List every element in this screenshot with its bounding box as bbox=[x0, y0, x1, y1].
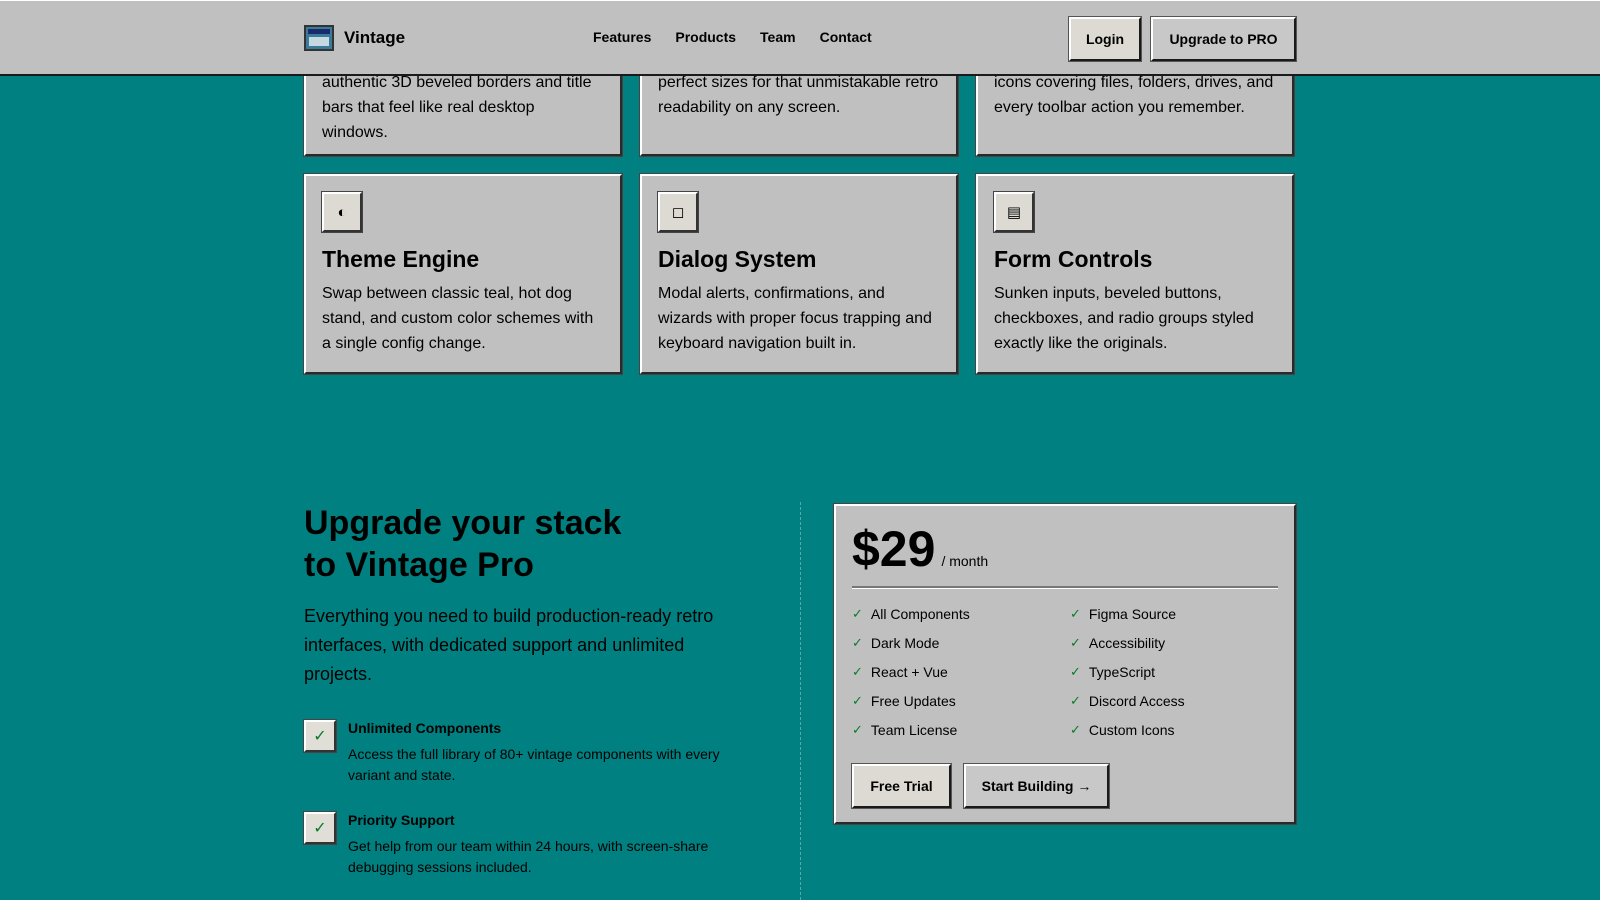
brand-name: Vintage bbox=[344, 28, 406, 47]
check-icon: ✓ bbox=[1070, 693, 1081, 708]
top-navbar: Vintage Features Products Team Contact L… bbox=[0, 0, 1600, 76]
benefit-item: ✓ Priority Support Get help from our tea… bbox=[304, 812, 764, 882]
check-icon: ✓ bbox=[852, 635, 863, 650]
upgrade-pro-button[interactable]: Upgrade to PRO bbox=[1151, 17, 1296, 61]
feature-text: perfect sizes for that unmistakable retr… bbox=[658, 74, 939, 116]
check-icon: ✓ bbox=[852, 664, 863, 679]
feature-title: Dialog System bbox=[658, 246, 817, 272]
form-icon: ▤ bbox=[994, 192, 1034, 232]
feature-card-form-controls: ▤ Form Controls Sunken inputs, beveled b… bbox=[976, 174, 1294, 374]
price-divider bbox=[852, 586, 1278, 589]
upgrade-description: Everything you need to build production-… bbox=[304, 606, 714, 684]
main-nav: Features Products Team Contact bbox=[593, 29, 872, 45]
feature-card-theme-engine: ◐ Theme Engine Swap between classic teal… bbox=[304, 174, 622, 374]
pricing-card: $29 / month ✓ All Components ✓ Dark Mode ✓… bbox=[834, 504, 1296, 824]
benefit-title: Priority Support bbox=[348, 812, 455, 828]
pricing-feature: ✓ TypeScript bbox=[1070, 664, 1156, 680]
price-amount: $29 bbox=[852, 521, 936, 577]
checkbox-check-icon: ✓ bbox=[304, 812, 336, 844]
feature-title: Theme Engine bbox=[322, 246, 480, 272]
window-logo-icon bbox=[304, 25, 334, 51]
check-icon: ✓ bbox=[852, 722, 863, 737]
nav-link-features[interactable]: Features bbox=[593, 29, 651, 45]
benefit-item: ✓ Unlimited Components Access the full l… bbox=[304, 720, 764, 790]
login-button[interactable]: Login bbox=[1069, 17, 1141, 61]
check-icon: ✓ bbox=[1070, 664, 1081, 679]
feature-text: Sunken inputs, beveled buttons, checkbox… bbox=[994, 285, 1254, 352]
brand-logo[interactable]: Vintage bbox=[304, 25, 405, 51]
section-divider bbox=[800, 502, 801, 900]
feature-text: Modal alerts, confirmations, and wizards… bbox=[658, 285, 932, 352]
window-icon: ◻ bbox=[658, 192, 698, 232]
pricing-feature: ✓ Team License bbox=[852, 722, 958, 738]
nav-link-team[interactable]: Team bbox=[760, 29, 796, 45]
pricing-feature: ✓ Accessibility bbox=[1070, 635, 1166, 651]
price: $29 / month bbox=[852, 520, 988, 578]
start-building-button[interactable]: Start Building → bbox=[964, 764, 1109, 808]
benefit-title: Unlimited Components bbox=[348, 720, 502, 736]
check-icon: ✓ bbox=[1070, 722, 1081, 737]
check-icon: ✓ bbox=[1070, 635, 1081, 650]
contrast-icon: ◐ bbox=[322, 192, 362, 232]
benefit-text: Get help from our team within 24 hours, … bbox=[348, 838, 709, 875]
benefit-text: Access the full library of 80+ vintage c… bbox=[348, 746, 720, 783]
pricing-feature: ✓ Discord Access bbox=[1070, 693, 1185, 709]
pricing-feature: ✓ Free Updates bbox=[852, 693, 956, 709]
pricing-feature: ✓ Figma Source bbox=[1070, 606, 1177, 622]
check-icon: ✓ bbox=[1070, 606, 1081, 621]
pricing-feature: ✓ All Components bbox=[852, 606, 970, 622]
nav-link-contact[interactable]: Contact bbox=[820, 29, 872, 45]
feature-text: icons covering files, folders, drives, a… bbox=[994, 74, 1274, 116]
check-icon: ✓ bbox=[852, 693, 863, 708]
checkbox-check-icon: ✓ bbox=[304, 720, 336, 752]
pricing-feature: ✓ Custom Icons bbox=[1070, 722, 1175, 738]
price-period: / month bbox=[941, 553, 989, 569]
feature-title: Form Controls bbox=[994, 246, 1153, 272]
nav-link-products[interactable]: Products bbox=[675, 29, 736, 45]
feature-card-dialog-system: ◻ Dialog System Modal alerts, confirmati… bbox=[640, 174, 958, 374]
pricing-feature: ✓ Dark Mode bbox=[852, 635, 940, 651]
pricing-feature: ✓ React + Vue bbox=[852, 664, 948, 680]
upgrade-heading: Upgrade your stack to Vintage Pro bbox=[304, 504, 622, 584]
check-icon: ✓ bbox=[852, 606, 863, 621]
feature-text: authentic 3D beveled borders and title b… bbox=[322, 74, 592, 141]
feature-text: Swap between classic teal, hot dog stand… bbox=[322, 285, 594, 352]
free-trial-button[interactable]: Free Trial bbox=[852, 764, 951, 808]
